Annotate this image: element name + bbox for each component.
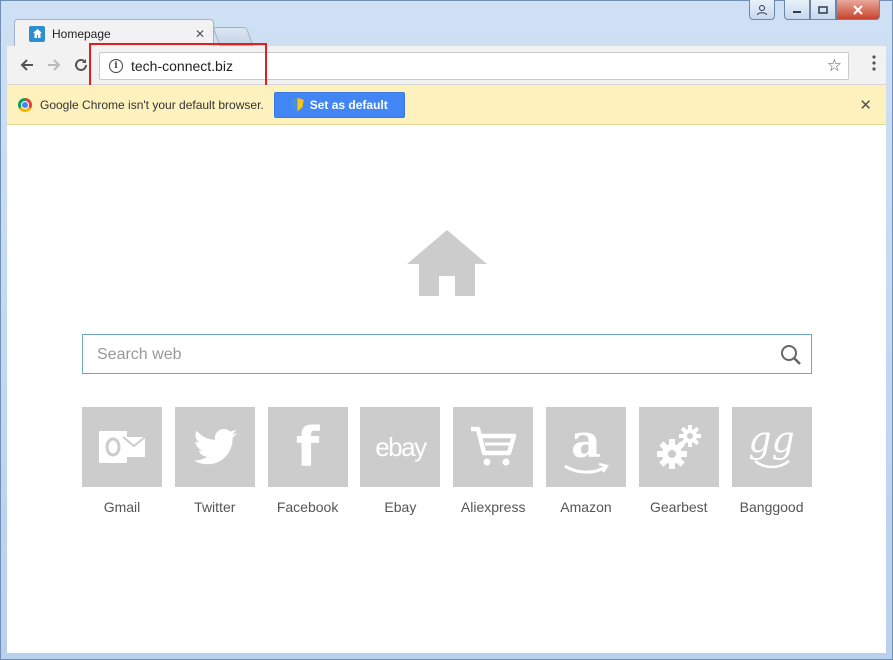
facebook-icon: f <box>267 407 348 487</box>
tile-ebay[interactable]: ebay Ebay <box>360 407 441 515</box>
site-info-icon[interactable]: i <box>109 59 123 73</box>
chrome-logo-icon <box>18 97 32 112</box>
new-tab-button[interactable] <box>212 27 254 46</box>
tile-label: Amazon <box>560 499 612 515</box>
home-favicon-icon <box>29 25 45 42</box>
set-as-default-label: Set as default <box>309 97 388 112</box>
shopping-cart-icon <box>453 407 534 487</box>
set-as-default-button[interactable]: Set as default <box>273 91 405 118</box>
tile-twitter[interactable]: Twitter <box>174 407 255 515</box>
tile-label: Twitter <box>194 499 236 515</box>
ebay-icon: ebay <box>360 407 441 487</box>
tile-label: Aliexpress <box>460 499 526 515</box>
outlook-icon <box>82 407 162 487</box>
banggood-icon: gg <box>731 407 812 487</box>
tab-homepage[interactable]: Homepage ✕ <box>14 19 214 47</box>
home-icon <box>407 230 487 296</box>
maximize-button[interactable] <box>810 0 836 20</box>
forward-icon[interactable] <box>43 54 65 76</box>
ebay-glyph: ebay <box>375 431 427 462</box>
tile-gearbest[interactable]: Gearbest <box>638 407 719 515</box>
default-browser-infobar: Google Chrome isn't your default browser… <box>7 85 886 125</box>
tile-label: Gearbest <box>649 499 708 515</box>
toolbar: i tech-connect.biz ☆ <box>7 43 886 91</box>
twitter-bird-icon <box>174 407 255 487</box>
reload-icon[interactable] <box>70 54 92 76</box>
tile-gmail[interactable]: Gmail <box>82 407 162 515</box>
search-icon[interactable] <box>780 344 802 366</box>
tile-label: Facebook <box>276 499 339 515</box>
infobar-message: Google Chrome isn't your default browser… <box>40 97 264 112</box>
minimize-button[interactable] <box>784 0 810 20</box>
back-icon[interactable] <box>16 54 38 76</box>
bookmark-star-icon[interactable]: ☆ <box>827 56 842 76</box>
menu-icon[interactable] <box>872 55 876 76</box>
tile-facebook[interactable]: f Facebook <box>267 407 348 515</box>
address-bar[interactable]: i tech-connect.biz ☆ <box>99 52 849 80</box>
search-input[interactable] <box>97 343 767 367</box>
tab-close-icon[interactable]: ✕ <box>195 27 205 41</box>
search-box[interactable] <box>82 334 812 374</box>
tile-label: Ebay <box>384 499 417 515</box>
facebook-glyph: f <box>295 415 320 479</box>
tile-amazon[interactable]: a Amazon <box>545 407 626 515</box>
tile-banggood[interactable]: gg Banggood <box>731 407 812 515</box>
tile-label: Banggood <box>739 499 804 515</box>
amazon-icon: a <box>545 407 626 487</box>
gears-icon <box>638 407 719 487</box>
page-content: Gmail Twitter f Facebook ebay Ebay <box>7 125 886 653</box>
shortcut-tiles: Gmail Twitter f Facebook ebay Ebay Aliex… <box>82 407 824 515</box>
amazon-glyph: a <box>571 414 601 468</box>
shield-icon <box>290 97 304 112</box>
user-icon[interactable] <box>749 0 775 20</box>
close-window-button[interactable] <box>836 0 880 20</box>
tile-label: Gmail <box>103 499 141 515</box>
banggood-glyph: gg <box>748 420 795 461</box>
url-text[interactable]: tech-connect.biz <box>131 58 827 74</box>
infobar-close-icon[interactable]: ✕ <box>859 96 872 114</box>
tab-title: Homepage <box>52 26 111 41</box>
window-controls <box>749 0 880 20</box>
tile-aliexpress[interactable]: Aliexpress <box>453 407 534 515</box>
